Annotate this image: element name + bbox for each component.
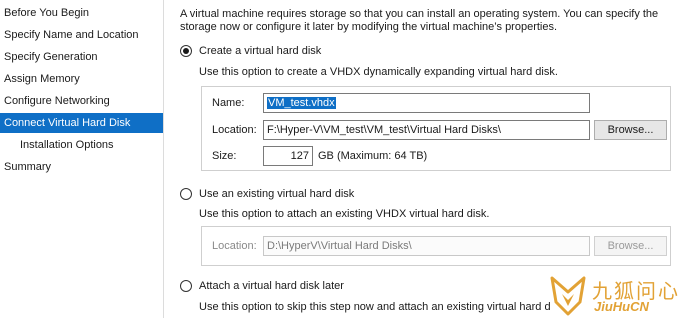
fox-logo-icon <box>550 276 586 316</box>
name-input[interactable]: VM_test.vhdx <box>263 93 590 113</box>
attach-later-description: Use this option to skip this step now an… <box>199 301 551 313</box>
create-vhd-option[interactable]: Create a virtual hard disk <box>180 43 321 59</box>
create-vhd-group: Name: VM_test.vhdx Location: F:\Hyper-V\… <box>201 86 671 171</box>
size-unit-label: GB (Maximum: 64 TB) <box>318 150 428 162</box>
attach-later-label: Attach a virtual hard disk later <box>199 280 344 292</box>
location-label: Location: <box>212 124 257 136</box>
nav-item-before-you-begin[interactable]: Before You Begin <box>0 3 163 23</box>
existing-vhd-option[interactable]: Use an existing virtual hard disk <box>180 186 354 202</box>
nav-item-assign-memory[interactable]: Assign Memory <box>0 69 163 89</box>
attach-later-option[interactable]: Attach a virtual hard disk later <box>180 278 344 294</box>
nav-item-configure-networking[interactable]: Configure Networking <box>0 91 163 111</box>
size-input[interactable]: 127 <box>263 146 313 166</box>
watermark: 九狐问心 JiuHuCN <box>548 272 682 318</box>
existing-vhd-radio[interactable] <box>180 188 192 200</box>
create-vhd-label: Create a virtual hard disk <box>199 45 322 57</box>
existing-vhd-label: Use an existing virtual hard disk <box>199 188 355 200</box>
existing-vhd-description: Use this option to attach an existing VH… <box>199 208 490 220</box>
name-input-value: VM_test.vhdx <box>267 97 336 109</box>
location-input[interactable]: F:\Hyper-V\VM_test\VM_test\Virtual Hard … <box>263 120 590 140</box>
create-vhd-radio[interactable] <box>180 45 192 57</box>
intro-text: A virtual machine requires storage so th… <box>180 8 659 33</box>
nav-item-summary[interactable]: Summary <box>0 157 163 177</box>
nav-item-specify-name[interactable]: Specify Name and Location <box>0 25 163 45</box>
browse-button[interactable]: Browse... <box>594 120 667 140</box>
watermark-en-text: JiuHuCN <box>594 299 649 314</box>
main-panel: A virtual machine requires storage so th… <box>164 0 682 318</box>
size-label: Size: <box>212 150 237 162</box>
wizard-nav: Before You Begin Specify Name and Locati… <box>0 0 163 318</box>
nav-item-installation-options[interactable]: Installation Options <box>0 135 163 155</box>
create-vhd-description: Use this option to create a VHDX dynamic… <box>199 66 558 78</box>
name-label: Name: <box>212 97 245 109</box>
existing-browse-button[interactable]: Browse... <box>594 236 667 256</box>
existing-location-label: Location: <box>212 240 257 252</box>
nav-item-connect-vhd[interactable]: Connect Virtual Hard Disk <box>0 113 163 133</box>
nav-item-specify-generation[interactable]: Specify Generation <box>0 47 163 67</box>
attach-later-radio[interactable] <box>180 280 192 292</box>
existing-vhd-group: Location: D:\HyperV\Virtual Hard Disks\ … <box>201 226 671 266</box>
existing-location-input[interactable]: D:\HyperV\Virtual Hard Disks\ <box>263 236 590 256</box>
